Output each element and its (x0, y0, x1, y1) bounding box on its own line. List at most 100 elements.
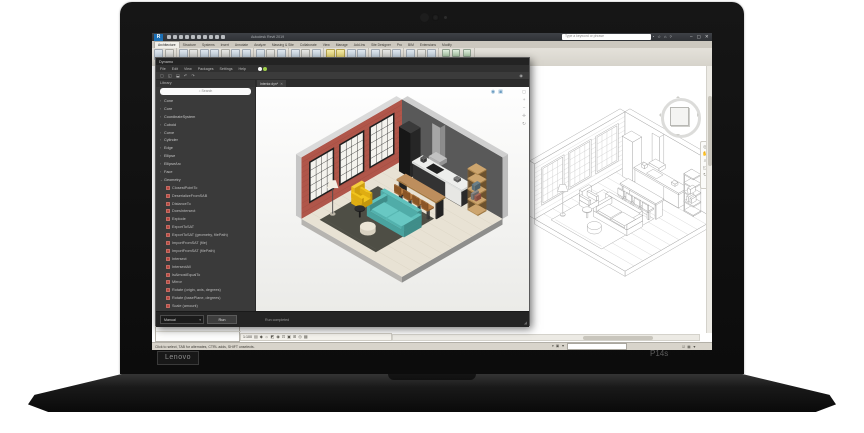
geometry-view-icon[interactable]: ▣ (498, 89, 503, 95)
library-node[interactable]: Scale (amount) (156, 302, 255, 310)
app-store-icon[interactable]: ⌂ (664, 34, 666, 40)
redo-icon[interactable] (185, 35, 189, 39)
run-mode-select[interactable]: Manual▾ (160, 315, 204, 324)
status-filter-box[interactable] (567, 343, 627, 350)
close-tab-icon[interactable]: ✕ (280, 82, 283, 86)
viewcube-face[interactable] (670, 107, 689, 126)
pan-icon[interactable]: ✛ (522, 113, 526, 118)
library-search-input[interactable]: ⌕ Search (160, 88, 251, 95)
design-options-icon[interactable]: ▣ (556, 344, 559, 349)
library-node[interactable]: ClosestPointTo (156, 184, 255, 192)
library-node[interactable]: ImportFromSAT (filePath) (156, 247, 255, 255)
library-category[interactable]: ›EllipseArc (156, 160, 255, 168)
minimize-button[interactable]: – (690, 33, 693, 41)
camera-icon[interactable]: ◉ (519, 73, 523, 79)
menu-view[interactable]: View (184, 67, 192, 71)
library-category[interactable]: ›Core (156, 105, 255, 113)
library-node[interactable]: DeserializeFromSAB (156, 192, 255, 200)
crop-view-icon[interactable]: ⊡ (282, 334, 285, 340)
library-category[interactable]: ›CoordinateSystem (156, 113, 255, 121)
menu-edit[interactable]: Edit (172, 67, 178, 71)
save-icon[interactable]: ⬓ (176, 73, 180, 79)
tag-icon[interactable] (203, 35, 207, 39)
library-category[interactable]: ⌄Geometry (156, 176, 255, 184)
library-node[interactable]: DistanceTo (156, 200, 255, 208)
render-icon[interactable] (221, 35, 225, 39)
library-node[interactable]: ExportToSAT (geometry, filePath) (156, 231, 255, 239)
dynamo-title-bar[interactable]: Dynamo (156, 58, 529, 65)
undo-icon[interactable]: ↶ (184, 73, 188, 79)
menu-file[interactable]: File (160, 67, 166, 71)
library-node[interactable]: Rotate (basePlane, degrees) (156, 294, 255, 302)
library-node[interactable]: Intersect (156, 255, 255, 263)
orbit-icon[interactable]: ↻ (522, 121, 526, 126)
new-file-icon[interactable]: ▢ (160, 73, 164, 79)
filter-icon[interactable]: ▼ (561, 344, 565, 349)
vertical-scrollbar[interactable] (706, 66, 712, 333)
library-node[interactable]: Rotate (origin, axis, degrees) (156, 286, 255, 294)
library-node[interactable]: ExportToSAT (156, 223, 255, 231)
sun-path-icon[interactable]: ☼ (265, 334, 269, 340)
library-category[interactable]: ›Cone (156, 97, 255, 105)
library-node[interactable]: Mirror (156, 278, 255, 286)
select-count-icon[interactable]: ▦ (687, 345, 690, 349)
menu-settings[interactable]: Settings (220, 67, 233, 71)
library-node[interactable]: IsAlmostEqualTo (156, 271, 255, 279)
viewcube-south-arrow[interactable] (676, 134, 680, 138)
view-scale[interactable]: 1:100 (243, 335, 252, 339)
rendering-icon[interactable]: ◉ (276, 334, 280, 340)
viewcube-west-arrow[interactable] (657, 113, 661, 117)
run-button[interactable]: Run (207, 315, 237, 324)
reveal-hidden-icon[interactable]: ◎ (298, 334, 302, 340)
viewcube[interactable] (658, 95, 700, 137)
library-category[interactable]: ›Edge (156, 144, 255, 152)
resize-grip[interactable]: ◢ (524, 320, 527, 325)
close-button[interactable]: ✕ (705, 33, 709, 41)
zoom-fit-icon[interactable]: ◻ (522, 89, 526, 94)
filter-select-icon[interactable]: ▼ (693, 345, 697, 349)
workspace-tab[interactable]: Interior.dyn* ✕ (257, 80, 286, 87)
tab-architecture[interactable]: Architecture (154, 41, 180, 48)
horizontal-scrollbar[interactable] (392, 334, 700, 341)
undo-icon[interactable] (179, 35, 183, 39)
viewcube-east-arrow[interactable] (697, 113, 701, 117)
temporary-hide-icon[interactable]: ⊞ (293, 334, 296, 340)
menu-packages[interactable]: Packages (198, 67, 214, 71)
help-icon[interactable]: ? (669, 34, 671, 40)
visual-style-icon[interactable]: ◆ (260, 334, 263, 340)
shadows-icon[interactable]: ◩ (271, 334, 275, 340)
redo-icon[interactable]: ↷ (191, 73, 195, 79)
library-node[interactable]: IntersectAll (156, 263, 255, 271)
revit-logo-icon[interactable]: R (154, 34, 163, 41)
library-node[interactable]: Explode (156, 215, 255, 223)
favorites-icon[interactable]: ☆ (657, 34, 661, 40)
library-category[interactable]: ›Curve (156, 129, 255, 137)
3d-view-icon[interactable] (209, 35, 213, 39)
section-icon[interactable] (215, 35, 219, 39)
print-icon[interactable] (191, 35, 195, 39)
library-node[interactable]: ImportFromSAT (file) (156, 239, 255, 247)
zoom-out-icon[interactable]: − (523, 105, 526, 110)
viewcube-north-arrow[interactable] (676, 94, 680, 98)
dynamo-canvas[interactable]: Interior.dyn* ✕ ◉▣ ◻ + − ✛ ↻ (256, 80, 529, 311)
library-node[interactable]: DoesIntersect (156, 207, 255, 215)
detail-level-icon[interactable]: ▤ (254, 334, 258, 340)
save-icon[interactable] (173, 35, 177, 39)
sign-in-icon[interactable]: ◔ (652, 34, 654, 40)
zoom-in-icon[interactable]: + (523, 97, 526, 102)
maximize-button[interactable]: ▢ (697, 33, 701, 41)
open-icon[interactable] (167, 35, 171, 39)
library-category[interactable]: ›Face (156, 168, 255, 176)
analytical-model-icon[interactable]: ▦ (304, 334, 308, 340)
library-category[interactable]: ›Cylinder (156, 136, 255, 144)
library-category[interactable]: ›Cuboid (156, 121, 255, 129)
open-file-icon[interactable]: ◱ (168, 73, 172, 79)
library-category[interactable]: ›Ellipse (156, 152, 255, 160)
editable-only-icon[interactable]: ☑ (682, 345, 685, 349)
worksets-icon[interactable]: ▾ (552, 344, 554, 349)
measure-icon[interactable] (197, 35, 201, 39)
crop-region-icon[interactable]: ▣ (287, 334, 291, 340)
menu-help[interactable]: Help (239, 67, 246, 71)
camera-export-icon[interactable]: ◉ (491, 89, 495, 95)
search-input[interactable]: Type a keyword or phrase (562, 34, 651, 40)
